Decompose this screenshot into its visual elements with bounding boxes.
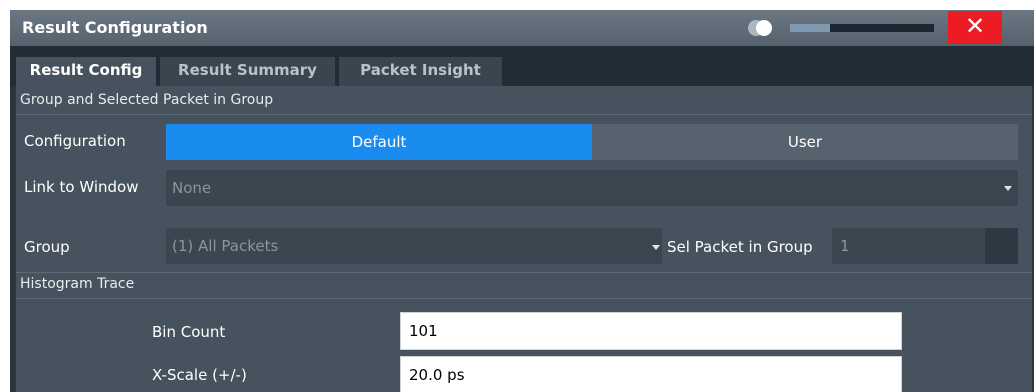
- divider: [16, 272, 1032, 273]
- tab-content: Group and Selected Packet in Group Confi…: [16, 86, 1032, 392]
- tab-strip: Result Config Result Summary Packet Insi…: [10, 46, 1034, 87]
- tab-packet-insight[interactable]: Packet Insight: [339, 57, 502, 86]
- divider: [16, 298, 1032, 299]
- group-label: Group: [24, 238, 70, 256]
- transparency-toggle-icon[interactable]: [748, 20, 778, 36]
- link-to-window-value: None: [172, 179, 212, 197]
- sel-packet-stepper[interactable]: [985, 228, 1018, 264]
- dialog-title: Result Configuration: [22, 18, 208, 37]
- transparency-slider[interactable]: [790, 24, 934, 32]
- histogram-trace-label: Histogram Trace: [20, 276, 135, 292]
- configuration-default-button[interactable]: Default: [166, 124, 592, 160]
- tab-result-summary[interactable]: Result Summary: [160, 57, 335, 86]
- sel-packet-in-group-label: Sel Packet in Group: [667, 238, 813, 256]
- transparency-slider-fill: [790, 24, 831, 32]
- divider: [16, 114, 1032, 115]
- bin-count-label: Bin Count: [152, 323, 226, 341]
- configuration-label: Configuration: [24, 132, 126, 150]
- sel-packet-value: 1: [840, 237, 850, 255]
- chevron-down-icon: [652, 245, 660, 250]
- group-value: (1) All Packets: [172, 237, 279, 255]
- result-configuration-dialog: Result Configuration ✕ Result Config Res…: [10, 10, 1034, 392]
- configuration-user-button[interactable]: User: [592, 124, 1018, 160]
- group-section-label: Group and Selected Packet in Group: [20, 92, 274, 108]
- close-button[interactable]: ✕: [948, 11, 1002, 44]
- chevron-down-icon: [1004, 186, 1012, 191]
- tab-result-config[interactable]: Result Config: [16, 57, 156, 87]
- link-to-window-dropdown[interactable]: None: [166, 170, 1018, 206]
- x-scale-input[interactable]: 20.0 ps: [400, 356, 902, 392]
- title-bar[interactable]: Result Configuration ✕: [10, 10, 1034, 46]
- link-to-window-label: Link to Window: [24, 178, 139, 196]
- x-scale-label: X-Scale (+/-): [152, 366, 247, 384]
- bin-count-input[interactable]: 101: [400, 312, 902, 350]
- group-dropdown[interactable]: (1) All Packets: [166, 228, 662, 264]
- sel-packet-in-group-input[interactable]: 1: [832, 228, 1018, 264]
